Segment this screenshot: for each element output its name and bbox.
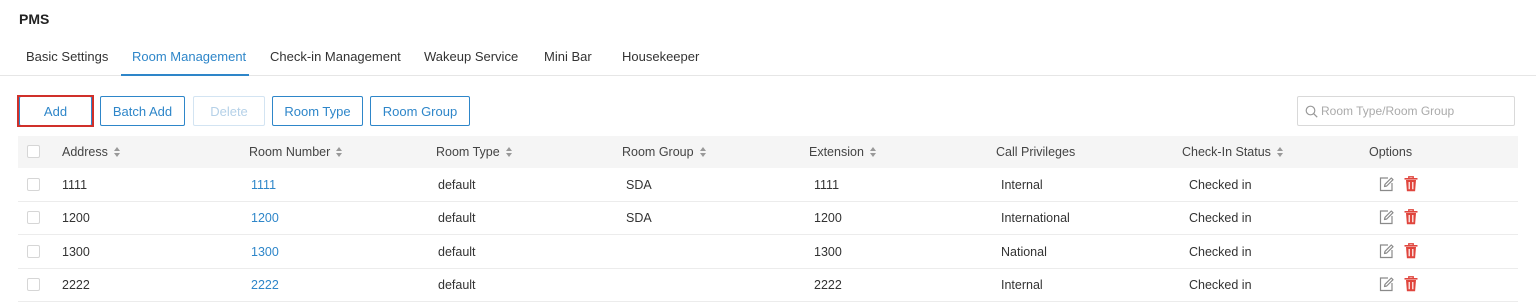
tab-wakeup-service[interactable]: Wakeup Service: [424, 49, 518, 64]
table-row: 1200 1200 default SDA 1200 International Check…: [18, 201, 1518, 235]
cell-extension: 1200: [814, 211, 842, 225]
sort-icon[interactable]: [113, 146, 121, 158]
trash-icon[interactable]: [1403, 208, 1419, 226]
sort-icon[interactable]: [1276, 146, 1284, 158]
cell-address: 1200: [62, 211, 90, 225]
column-label: Room Number: [249, 145, 331, 159]
cell-room-type: default: [438, 211, 476, 225]
column-header-call-privileges: Call Privileges: [996, 145, 1075, 159]
table-header: Address Room Number Room Type Room Group…: [18, 136, 1518, 168]
row-checkbox[interactable]: [27, 178, 40, 191]
cell-room-type: default: [438, 245, 476, 259]
cell-room-number[interactable]: 1300: [251, 245, 279, 259]
column-header-checkin-status[interactable]: Check-In Status: [1182, 145, 1284, 159]
trash-icon[interactable]: [1403, 242, 1419, 260]
add-button[interactable]: Add: [19, 96, 92, 126]
tab-housekeeper[interactable]: Housekeeper: [622, 49, 699, 64]
row-checkbox[interactable]: [27, 245, 40, 258]
cell-room-number[interactable]: 1111: [251, 178, 276, 192]
cell-room-type: default: [438, 278, 476, 292]
column-label: Options: [1369, 145, 1413, 159]
tab-bar: Basic Settings Room Management Check-in …: [0, 44, 1536, 76]
sort-icon[interactable]: [336, 146, 343, 158]
column-label: Check-In Status: [1182, 145, 1271, 159]
column-header-address[interactable]: Address: [62, 145, 121, 159]
cell-room-type: default: [438, 178, 476, 192]
cell-address: 1111: [62, 178, 88, 192]
cell-address: 2222: [62, 278, 90, 292]
cell-call-privileges: Internal: [1001, 178, 1043, 192]
cell-call-privileges: National: [1001, 245, 1047, 259]
cell-checkin-status: Checked in: [1189, 178, 1252, 192]
cell-checkin-status: Checked in: [1189, 278, 1252, 292]
tab-room-management[interactable]: Room Management: [132, 49, 246, 64]
select-all-checkbox[interactable]: [27, 145, 40, 158]
column-label: Call Privileges: [996, 145, 1076, 159]
column-label: Room Group: [622, 145, 694, 159]
cell-checkin-status: Checked in: [1189, 211, 1252, 225]
cell-call-privileges: International: [1001, 211, 1070, 225]
room-type-button[interactable]: Room Type: [272, 96, 363, 126]
column-label: Extension: [809, 145, 864, 159]
cell-address: 1300: [62, 245, 90, 259]
cell-extension: 1300: [814, 245, 842, 259]
table-row: 2222 2222 default 2222 Internal Checked in: [18, 268, 1518, 302]
search-input[interactable]: [1321, 97, 1511, 125]
batch-add-button[interactable]: Batch Add: [100, 96, 185, 126]
sort-icon[interactable]: [505, 146, 513, 158]
cell-room-group: SDA: [626, 211, 652, 225]
tab-mini-bar[interactable]: Mini Bar: [544, 49, 592, 64]
cell-extension: 1111: [814, 178, 840, 192]
column-header-room-number[interactable]: Room Number: [249, 145, 343, 159]
page-title: PMS: [19, 11, 50, 27]
cell-room-number[interactable]: 1200: [251, 211, 279, 225]
column-label: Address: [62, 145, 108, 159]
column-header-room-group[interactable]: Room Group: [622, 145, 707, 159]
cell-call-privileges: Internal: [1001, 278, 1043, 292]
column-label: Room Type: [436, 145, 500, 159]
edit-icon[interactable]: [1378, 242, 1394, 260]
row-checkbox[interactable]: [27, 278, 40, 291]
edit-icon[interactable]: [1378, 208, 1394, 226]
cell-checkin-status: Checked in: [1189, 245, 1252, 259]
column-header-options: Options: [1369, 145, 1412, 159]
delete-button[interactable]: Delete: [193, 96, 265, 126]
sort-icon[interactable]: [869, 146, 877, 158]
row-checkbox[interactable]: [27, 211, 40, 224]
active-tab-indicator: [121, 74, 249, 76]
room-group-button[interactable]: Room Group: [370, 96, 470, 126]
edit-icon[interactable]: [1378, 275, 1394, 293]
trash-icon[interactable]: [1403, 175, 1419, 193]
column-header-room-type[interactable]: Room Type: [436, 145, 513, 159]
tab-basic-settings[interactable]: Basic Settings: [26, 49, 108, 64]
table-row: 1111 1111 default SDA 1111 Internal Checked in: [18, 168, 1518, 202]
column-header-extension[interactable]: Extension: [809, 145, 877, 159]
sort-icon[interactable]: [699, 146, 707, 158]
search-icon: [1305, 105, 1318, 118]
cell-room-number[interactable]: 2222: [251, 278, 279, 292]
tab-check-in-management[interactable]: Check-in Management: [270, 49, 401, 64]
cell-extension: 2222: [814, 278, 842, 292]
table-row: 1300 1300 default 1300 National Checked in: [18, 235, 1518, 269]
trash-icon[interactable]: [1403, 275, 1419, 293]
search-box: [1297, 96, 1515, 126]
cell-room-group: SDA: [626, 178, 652, 192]
edit-icon[interactable]: [1378, 175, 1394, 193]
